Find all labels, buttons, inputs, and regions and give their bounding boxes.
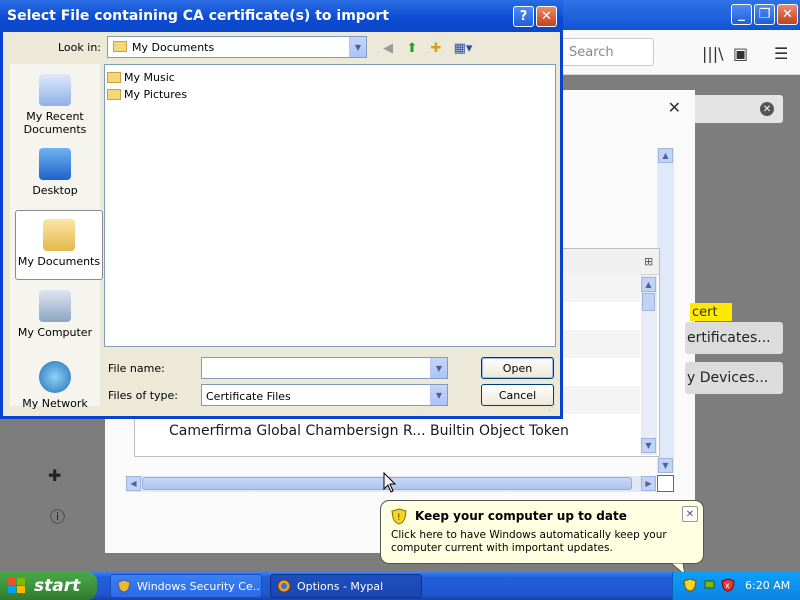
- scroll-thumb[interactable]: [642, 293, 655, 311]
- look-in-dropdown[interactable]: My Documents ▼: [107, 36, 367, 58]
- place-label: Desktop: [32, 184, 78, 197]
- files-of-type-value: Certificate Files: [206, 390, 291, 403]
- files-of-type-dropdown[interactable]: Certificate Files ▼: [201, 384, 448, 406]
- network-icon[interactable]: [703, 578, 717, 592]
- place-label: My Network: [22, 397, 88, 410]
- place-my-documents[interactable]: My Documents: [15, 210, 103, 280]
- start-button[interactable]: start: [0, 572, 97, 600]
- places-bar: My Recent Documents Desktop My Documents…: [10, 64, 103, 410]
- scroll-up-arrow-icon[interactable]: ▲: [658, 148, 673, 163]
- maximize-button[interactable]: ❐: [754, 4, 775, 25]
- file-open-dialog: Select File containing CA certificate(s)…: [0, 0, 563, 419]
- folder-icon: [107, 88, 121, 100]
- files-of-type-label: Files of type:: [108, 389, 179, 402]
- file-item-label: My Music: [124, 70, 175, 84]
- help-icon[interactable]: ⓘ: [50, 506, 65, 527]
- security-shield-icon: [117, 579, 131, 593]
- recent-documents-icon: [39, 74, 71, 106]
- clock[interactable]: 6:20 AM: [745, 579, 790, 592]
- scroll-right-icon[interactable]: ▶: [641, 476, 656, 491]
- clear-filter-icon[interactable]: ✕: [760, 102, 774, 116]
- scroll-down-arrow-icon[interactable]: ▼: [658, 458, 673, 473]
- dialog-titlebar: Select File containing CA certificate(s)…: [0, 0, 563, 32]
- addons-icon[interactable]: ✚: [48, 466, 61, 485]
- list-item[interactable]: My Pictures: [107, 86, 187, 102]
- task-label: Options - Mypal: [297, 579, 384, 593]
- list-item[interactable]: My Music: [107, 69, 175, 85]
- file-name-label: File name:: [108, 362, 165, 375]
- look-in-label: Look in:: [58, 41, 101, 54]
- taskbar: start Windows Security Ce... Options - M…: [0, 572, 800, 600]
- list-scroll-up-icon[interactable]: ▲: [641, 277, 656, 292]
- desktop-icon: [39, 148, 71, 180]
- sidebar-icon[interactable]: ▣: [733, 44, 748, 63]
- folder-icon: [113, 41, 127, 52]
- scroll-left-icon[interactable]: ◀: [126, 476, 141, 491]
- chevron-down-icon[interactable]: ▼: [430, 358, 447, 378]
- browser-close-button[interactable]: ✕: [777, 4, 798, 25]
- view-certificates-button[interactable]: ertificates...: [685, 322, 783, 354]
- my-documents-icon: [43, 219, 75, 251]
- up-folder-icon[interactable]: ⬆: [403, 39, 421, 57]
- svg-text:x: x: [725, 581, 730, 590]
- place-label: My Documents: [17, 255, 101, 268]
- column-picker-icon[interactable]: ⊞: [644, 255, 653, 268]
- cert-row-label[interactable]: Camerfirma Global Chambersign R... Built…: [169, 423, 569, 439]
- place-my-computer[interactable]: My Computer: [10, 282, 100, 352]
- mouse-cursor-icon: [383, 472, 397, 493]
- help-button[interactable]: ?: [513, 6, 534, 27]
- system-tray: x 6:20 AM: [672, 572, 800, 600]
- close-icon[interactable]: ✕: [682, 506, 698, 522]
- my-network-icon: [39, 361, 71, 393]
- task-windows-security[interactable]: Windows Security Ce...: [110, 574, 262, 598]
- file-name-input[interactable]: ▼: [201, 357, 448, 379]
- windows-logo-icon: [8, 578, 25, 593]
- chevron-down-icon[interactable]: ▼: [349, 37, 366, 57]
- menu-icon[interactable]: ☰: [774, 44, 788, 63]
- place-desktop[interactable]: Desktop: [10, 140, 100, 210]
- security-devices-button[interactable]: y Devices...: [685, 362, 783, 394]
- task-label: Windows Security Ce...: [137, 579, 262, 593]
- place-my-recent-documents[interactable]: My Recent Documents: [10, 66, 100, 136]
- look-in-value: My Documents: [132, 41, 215, 54]
- new-folder-icon[interactable]: ✚: [427, 39, 445, 57]
- file-list[interactable]: My Music My Pictures: [104, 64, 556, 347]
- view-menu-icon[interactable]: ▦▾: [451, 39, 475, 57]
- search-input[interactable]: Search: [560, 38, 654, 66]
- place-my-network[interactable]: My Network: [10, 353, 100, 423]
- security-center-icon[interactable]: x: [721, 578, 735, 592]
- place-label: My Computer: [17, 326, 93, 339]
- minimize-button[interactable]: _: [731, 4, 752, 25]
- cancel-button[interactable]: Cancel: [481, 384, 554, 406]
- mypal-icon: [277, 579, 291, 593]
- list-scroll-down-icon[interactable]: ▼: [641, 438, 656, 453]
- task-options-mypal[interactable]: Options - Mypal: [270, 574, 422, 598]
- folder-icon: [107, 71, 121, 83]
- svg-text:!: !: [397, 513, 401, 523]
- chevron-down-icon[interactable]: ▼: [430, 385, 447, 405]
- resize-corner[interactable]: [657, 475, 674, 492]
- balloon-title: Keep your computer up to date: [415, 509, 627, 523]
- resize-grip-icon[interactable]: ⋰: [548, 403, 556, 412]
- shield-icon: !: [391, 508, 407, 525]
- dialog-title: Select File containing CA certificate(s)…: [7, 8, 390, 24]
- update-balloon-tooltip[interactable]: ! Keep your computer up to date Click he…: [380, 500, 704, 577]
- library-icon[interactable]: |||\: [702, 44, 724, 63]
- balloon-body: Click here to have Windows automatically…: [391, 529, 667, 554]
- cert-manager-close-icon[interactable]: ✕: [668, 98, 681, 117]
- cert-list-scrollbar[interactable]: ▲ ▼: [641, 275, 657, 455]
- back-icon[interactable]: ◀: [379, 39, 397, 57]
- dialog-close-button[interactable]: ✕: [536, 6, 557, 27]
- my-computer-icon: [39, 290, 71, 322]
- open-button[interactable]: Open: [481, 357, 554, 379]
- security-alert-icon[interactable]: [683, 578, 697, 592]
- place-label: My Recent Documents: [23, 110, 87, 136]
- file-item-label: My Pictures: [124, 87, 188, 101]
- cert-badge: cert: [690, 303, 732, 321]
- start-label: start: [34, 576, 81, 596]
